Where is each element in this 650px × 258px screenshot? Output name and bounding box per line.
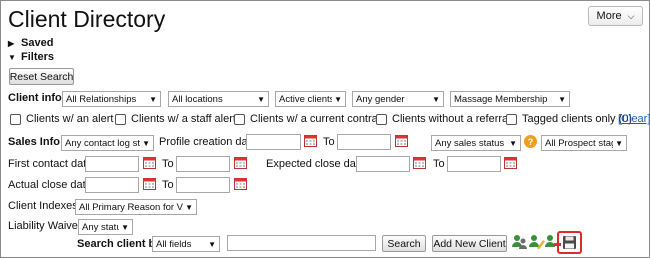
dropdown-arrow-icon: ▼ xyxy=(142,138,150,148)
profile-to-label: To xyxy=(323,136,335,148)
dropdown-arrow-icon: ▼ xyxy=(615,138,623,148)
actual-close-start-input[interactable] xyxy=(85,177,139,193)
search-field-value: All fields xyxy=(156,238,192,250)
chevron-down-icon: ⌵ xyxy=(627,10,635,21)
saved-label: Saved xyxy=(21,37,54,49)
calendar-icon[interactable] xyxy=(395,134,408,147)
calendar-icon[interactable] xyxy=(234,177,247,190)
relationships-value: All Relationships xyxy=(66,93,137,105)
sales-info-label: Sales Info: xyxy=(8,136,64,148)
save-export-icon[interactable] xyxy=(562,235,577,250)
contact-log-value: Any contact log status xyxy=(65,137,140,149)
triangle-right-icon: ▶ xyxy=(8,38,15,48)
calendar-icon[interactable] xyxy=(143,177,156,190)
client-indexes-value: All Primary Reason for Visiting xyxy=(79,201,183,213)
search-client-by-label: Search client by xyxy=(77,238,162,250)
actual-close-to-label: To xyxy=(162,179,174,191)
liability-waiver-select[interactable]: Any status▼ xyxy=(78,219,133,235)
search-field-select[interactable]: All fields ▼ xyxy=(152,236,220,252)
first-contact-label: First contact date: xyxy=(8,158,96,170)
calendar-icon[interactable] xyxy=(504,156,517,169)
filters-toggle[interactable]: ▼ Filters xyxy=(8,51,54,63)
dropdown-arrow-icon: ▼ xyxy=(185,202,193,212)
dropdown-arrow-icon: ▼ xyxy=(509,138,517,148)
calendar-icon[interactable] xyxy=(413,156,426,169)
dropdown-arrow-icon: ▼ xyxy=(257,94,265,104)
tagged-checkbox-label: Tagged clients only (0) xyxy=(522,113,633,125)
first-contact-end-input[interactable] xyxy=(176,156,230,172)
first-contact-start-input[interactable] xyxy=(85,156,139,172)
page-title: Client Directory xyxy=(8,6,166,32)
actual-close-label: Actual close date: xyxy=(8,179,95,191)
client-directory-page: Client Directory More ⌵ ▶ Saved ▼ Filter… xyxy=(0,0,650,258)
search-button[interactable]: Search xyxy=(382,235,426,252)
membership-select[interactable]: Massage Membership ▼ xyxy=(450,91,570,107)
client-status-value: Active clients xyxy=(279,93,333,105)
client-status-select[interactable]: Active clients ▼ xyxy=(275,91,346,107)
calendar-icon[interactable] xyxy=(304,134,317,147)
saved-toggle[interactable]: ▶ Saved xyxy=(8,37,53,49)
referral-checkbox-label: Clients without a referral xyxy=(392,113,511,125)
expected-close-end-input[interactable] xyxy=(447,156,501,172)
staff-alert-checkbox[interactable] xyxy=(115,114,126,125)
alert-checkbox[interactable] xyxy=(10,114,21,125)
sales-status-value: Any sales status xyxy=(435,137,505,149)
profile-creation-label: Profile creation date: xyxy=(159,136,260,148)
profile-end-date-input[interactable] xyxy=(337,134,391,150)
reset-search-button[interactable]: Reset Search xyxy=(9,68,74,85)
client-info-label: Client info: xyxy=(8,92,66,104)
gender-value: Any gender xyxy=(356,93,405,105)
expected-close-to-label: To xyxy=(433,158,445,170)
contract-checkbox-label: Clients w/ a current contract xyxy=(250,113,387,125)
prospect-stages-select[interactable]: All Prospect stages▼ xyxy=(541,135,627,151)
contract-checkbox[interactable] xyxy=(234,114,245,125)
alert-checkbox-label: Clients w/ an alert xyxy=(26,113,114,125)
sales-status-select[interactable]: Any sales status ▼ xyxy=(431,135,521,151)
dropdown-arrow-icon: ▼ xyxy=(558,94,566,104)
membership-value: Massage Membership xyxy=(454,93,548,105)
add-new-client-button[interactable]: Add New Client xyxy=(432,235,507,252)
dropdown-arrow-icon: ▼ xyxy=(121,222,129,232)
search-input[interactable] xyxy=(227,235,376,251)
actual-close-end-input[interactable] xyxy=(176,177,230,193)
locations-value: All locations xyxy=(172,93,223,105)
contact-log-select[interactable]: Any contact log status▼ xyxy=(61,135,154,151)
liability-waiver-label: Liability Waiver: xyxy=(8,220,85,232)
prospect-stages-value: All Prospect stages xyxy=(545,137,613,149)
locations-select[interactable]: All locations ▼ xyxy=(168,91,269,107)
client-indexes-select[interactable]: All Primary Reason for Visiting▼ xyxy=(75,199,197,215)
dropdown-arrow-icon: ▼ xyxy=(432,94,440,104)
clear-tagged-link[interactable]: [Clear] xyxy=(618,113,650,125)
more-label: More xyxy=(596,10,622,22)
expected-close-label: Expected close date: xyxy=(266,158,369,170)
calendar-icon[interactable] xyxy=(234,156,247,169)
calendar-icon[interactable] xyxy=(143,156,156,169)
filters-label: Filters xyxy=(21,51,55,63)
referral-checkbox[interactable] xyxy=(376,114,387,125)
client-indexes-label: Client Indexes: xyxy=(8,200,81,212)
dropdown-arrow-icon: ▼ xyxy=(334,94,342,104)
dropdown-arrow-icon: ▼ xyxy=(208,239,216,249)
profile-start-date-input[interactable] xyxy=(246,134,301,150)
liability-waiver-value: Any status xyxy=(82,221,119,233)
tagged-checkbox[interactable] xyxy=(506,114,517,125)
staff-alert-checkbox-label: Clients w/ a staff alert xyxy=(131,113,236,125)
dropdown-arrow-icon: ▼ xyxy=(149,94,157,104)
gender-select[interactable]: Any gender ▼ xyxy=(352,91,444,107)
more-button[interactable]: More ⌵ xyxy=(588,6,643,26)
merge-clients-icon[interactable] xyxy=(511,233,529,251)
relationships-select[interactable]: All Relationships ▼ xyxy=(62,91,161,107)
expected-close-start-input[interactable] xyxy=(356,156,410,172)
triangle-down-icon: ▼ xyxy=(8,52,16,62)
first-contact-to-label: To xyxy=(162,158,174,170)
help-icon[interactable]: ? xyxy=(524,135,537,148)
